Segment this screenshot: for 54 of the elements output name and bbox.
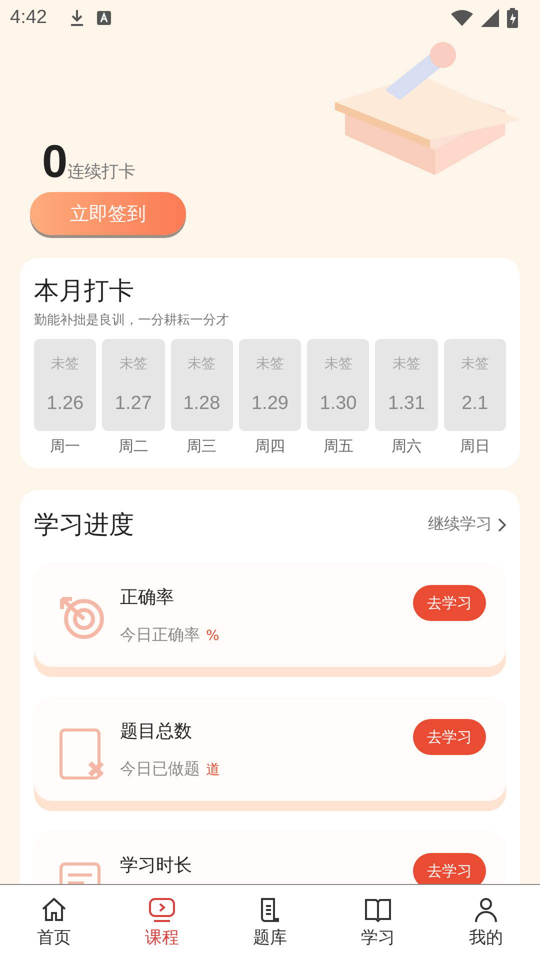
continue-link[interactable]: 继续学习 <box>428 514 492 535</box>
item-subtitle: 今日正确率 <box>120 625 200 646</box>
card-subtitle: 勤能补拙是良训，一分耕耘一分才 <box>34 312 230 329</box>
tab[interactable]: 首页 <box>0 885 108 960</box>
weekday-label: 周六 <box>392 437 422 456</box>
chevron-right-icon[interactable] <box>498 518 506 532</box>
card-title: 本月打卡 <box>34 275 135 307</box>
book-icon <box>364 896 392 924</box>
item-title: 题目总数 <box>120 720 193 743</box>
check-in-button[interactable]: 立即签到 <box>30 192 186 235</box>
tab[interactable]: 课程 <box>108 885 216 960</box>
item-title: 正确率 <box>120 586 175 609</box>
day-date: 1.29 <box>251 393 288 415</box>
day-date: 1.28 <box>183 393 220 415</box>
weekday-label: 周三 <box>186 437 217 456</box>
card-title: 学习进度 <box>34 509 135 541</box>
weekday-label: 周日 <box>460 437 490 456</box>
day-status: 未签 <box>460 355 489 373</box>
signal-icon <box>481 9 499 27</box>
weekday-label: 周二 <box>118 437 148 456</box>
day-date: 1.26 <box>46 393 84 415</box>
day-status: 未签 <box>51 355 80 373</box>
font-icon <box>96 11 111 25</box>
study-button[interactable]: 去学习 <box>413 853 486 884</box>
weekday-label: 周四 <box>254 437 285 456</box>
day-status: 未签 <box>188 355 216 373</box>
item-unit: 道 <box>206 761 220 779</box>
day-status: 未签 <box>256 355 284 373</box>
item-title: 学习时长 <box>120 854 193 877</box>
study-button[interactable]: 去学习 <box>413 585 486 621</box>
streak-label: 连续打卡 <box>68 161 136 183</box>
day-date: 1.31 <box>388 393 426 415</box>
tab[interactable]: 题库 <box>216 885 324 960</box>
day-status: 未签 <box>392 355 421 373</box>
wifi-icon <box>451 10 473 26</box>
streak-count: 0 <box>42 138 68 184</box>
day-status: 未签 <box>119 355 148 373</box>
weekday-label: 周五 <box>323 437 354 456</box>
person-icon <box>472 896 500 924</box>
battery-icon <box>507 8 518 28</box>
day-status: 未签 <box>324 355 352 373</box>
tab[interactable]: 学习 <box>324 885 432 960</box>
study-button[interactable]: 去学习 <box>413 719 486 755</box>
tab[interactable]: 我的 <box>432 885 540 960</box>
day-date: 2.1 <box>462 393 488 415</box>
download-icon <box>68 9 85 27</box>
home-icon <box>40 896 68 924</box>
weekday-label: 周一 <box>50 437 80 456</box>
item-subtitle: 今日已做题 <box>120 759 200 780</box>
day-date: 1.30 <box>320 393 357 415</box>
play-screen-icon <box>148 896 176 924</box>
item-unit: % <box>206 628 220 644</box>
day-date: 1.27 <box>114 393 152 415</box>
status-time: 4:42 <box>10 7 47 29</box>
